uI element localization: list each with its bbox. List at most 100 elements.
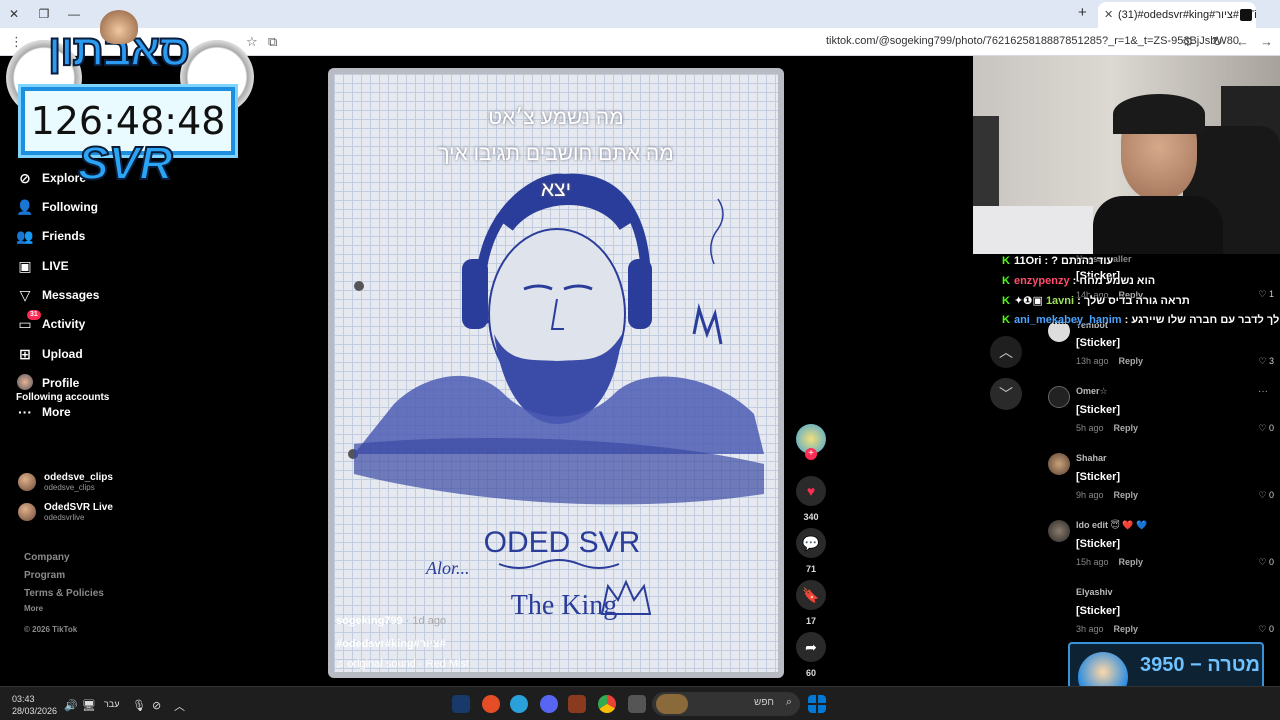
network-icon[interactable]: 🖥 — [82, 699, 96, 712]
post-author[interactable]: sogeking799 · 1d ago — [336, 615, 446, 627]
comment-like[interactable]: ♡ 3 — [1258, 356, 1274, 367]
minimize-icon[interactable]: — — [66, 6, 82, 22]
footer-link-company[interactable]: Company — [24, 552, 70, 563]
comment-button[interactable]: 💬 71 — [796, 528, 826, 574]
avatar[interactable] — [1048, 520, 1070, 542]
comment-time: 3h ago — [1076, 624, 1104, 634]
reply-button[interactable]: Reply — [1114, 624, 1139, 634]
app-icon[interactable] — [568, 695, 586, 713]
save-button[interactable]: 🔖 17 — [796, 580, 826, 626]
sidebar-item-label: Friends — [42, 229, 86, 243]
close-tab-icon[interactable]: ✕ — [1104, 2, 1113, 28]
location-off-icon[interactable]: ⊘ — [152, 699, 161, 712]
sound-name[interactable]: original sound - Red Mist — [347, 658, 469, 670]
creator-avatar[interactable]: + — [796, 424, 826, 460]
chat-message: K ✦❶▣ 1avni : תראה גורה בדיס שלך — [1002, 295, 1190, 307]
avatar — [18, 503, 36, 521]
comment-item: Ido edit 😇 ❤️ 💙 [Sticker] 15h ago Reply ♡… — [1048, 520, 1274, 568]
comment-like[interactable]: ♡ 0 — [1258, 624, 1274, 635]
footer-link-more[interactable]: More — [24, 604, 43, 613]
reply-button[interactable]: Reply — [1119, 356, 1144, 366]
comment-item: Shahar [Sticker] 9h ago Reply ♡ 0 — [1048, 453, 1274, 501]
tiktok-favicon-icon — [1240, 9, 1252, 21]
following-account[interactable]: OdedSVR Live odedsvrlive — [18, 502, 113, 522]
install-app-icon[interactable]: ⧉ — [268, 34, 277, 50]
share-button[interactable]: ➦ 60 — [796, 632, 826, 678]
forward-icon[interactable]: → — [1260, 34, 1273, 49]
search-box[interactable]: חפש ⌕ — [652, 692, 800, 716]
footer-link-terms[interactable]: Terms & Policies — [24, 588, 104, 599]
sidebar-item-activity[interactable]: ▭ 31 Activity — [16, 309, 86, 334]
speaker-icon[interactable]: 🔊 — [64, 699, 78, 712]
windows-start-icon[interactable] — [808, 695, 826, 713]
sidebar-item-label: LIVE — [42, 259, 69, 273]
activity-badge: 31 — [27, 309, 41, 320]
taskview-icon[interactable] — [628, 695, 646, 713]
reply-button[interactable]: Reply — [1114, 490, 1139, 500]
comment-like[interactable]: ♡ 0 — [1258, 557, 1274, 568]
comment-like[interactable]: ♡ 0 — [1258, 423, 1274, 434]
chrome-icon[interactable] — [598, 695, 616, 713]
kick-icon: K — [1002, 255, 1010, 267]
steam-icon[interactable] — [452, 695, 470, 713]
chevron-up-icon[interactable]: ︿ — [174, 698, 185, 714]
site-settings-icon[interactable]: ⚙ — [1182, 34, 1194, 50]
save-count: 17 — [805, 616, 816, 626]
sidebar-item-live[interactable]: ▣ LIVE — [16, 256, 69, 276]
language-indicator[interactable]: עבר — [104, 699, 119, 709]
avatar[interactable] — [1048, 587, 1070, 609]
chat-badges-icon: ✦❶▣ — [1013, 295, 1046, 307]
following-account[interactable]: odedsve_clips odedsve_clips — [18, 472, 113, 492]
brave-icon[interactable] — [482, 695, 500, 713]
avatar — [18, 473, 36, 491]
comment-user[interactable]: Omer☆ — [1076, 386, 1108, 397]
back-icon[interactable]: ← — [1236, 34, 1249, 49]
restore-icon[interactable]: ❐ — [36, 6, 52, 22]
post-sound[interactable]: ♫ original sound - Red Mist — [336, 658, 469, 670]
close-window-icon[interactable]: ✕ — [6, 6, 22, 22]
reply-button[interactable]: Reply — [1119, 557, 1144, 567]
comment-like[interactable]: ♡ 1 — [1258, 289, 1274, 300]
follow-plus-icon[interactable]: + — [805, 448, 817, 460]
post-photo[interactable]: ODED SVR The King Alor... מה נשמע צ׳אט מ… — [328, 68, 784, 678]
footer-link-program[interactable]: Program — [24, 570, 65, 581]
next-post-button[interactable]: ﹀ — [990, 378, 1022, 410]
bookmark-icon: 🔖 — [796, 580, 826, 610]
previous-post-button[interactable]: ︿ — [990, 336, 1022, 368]
comment-user[interactable]: Elyashiv — [1076, 587, 1113, 597]
comment-user[interactable]: Shahar — [1076, 453, 1107, 463]
discord-icon[interactable] — [540, 695, 558, 713]
sidebar-item-following[interactable]: 👤 Following — [16, 197, 98, 217]
like-button[interactable]: ♥ 340 — [796, 476, 826, 522]
more-options-icon[interactable]: ··· — [1258, 386, 1268, 397]
comment-icon: 💬 — [796, 528, 826, 558]
url-field[interactable]: tiktok.com/@sogeking799/photo/7621625818… — [826, 35, 1239, 47]
avatar[interactable] — [1048, 386, 1070, 408]
new-tab-button[interactable]: + — [1078, 4, 1087, 21]
sidebar-item-profile[interactable]: Profile — [16, 373, 79, 393]
sidebar-item-messages[interactable]: ▽ Messages — [16, 285, 100, 305]
reload-icon[interactable]: ↻ — [1212, 34, 1223, 50]
post-hashtags[interactable]: #odedsvr#king#ציור# — [336, 638, 446, 650]
clock-time[interactable]: 03:43 — [12, 694, 35, 704]
reply-button[interactable]: Reply — [1114, 423, 1139, 433]
sidebar-item-upload[interactable]: ⊞ Upload — [16, 344, 83, 364]
clock-date[interactable]: 28/03/2026 — [12, 706, 57, 716]
live-icon: ▣ — [18, 257, 32, 274]
active-tab[interactable]: ✕ (31)#odedsvr#king#ציור# | TikT — [1098, 2, 1256, 28]
avatar[interactable] — [1048, 453, 1070, 475]
comment-user[interactable]: Ido edit 😇 ❤️ 💙 — [1076, 520, 1147, 531]
microphone-icon[interactable]: 🎙 — [132, 699, 146, 712]
post-username[interactable]: sogeking799 — [336, 615, 403, 627]
kick-icon: K — [1002, 314, 1010, 326]
telegram-icon[interactable] — [510, 695, 528, 713]
sidebar-item-friends[interactable]: 👥 Friends — [16, 226, 85, 246]
sidebar-item-explore[interactable]: ⊘ Explore — [16, 168, 86, 188]
comment-count: 71 — [805, 564, 816, 574]
comment-time: 13h ago — [1076, 356, 1109, 366]
comment-like-count: 0 — [1268, 624, 1274, 634]
sidebar-item-more[interactable]: ··· More — [16, 402, 71, 422]
comment-like[interactable]: ♡ 0 — [1258, 490, 1274, 501]
sidebar-item-label: Activity — [42, 317, 86, 331]
bookmark-star-icon[interactable]: ☆ — [246, 34, 258, 50]
